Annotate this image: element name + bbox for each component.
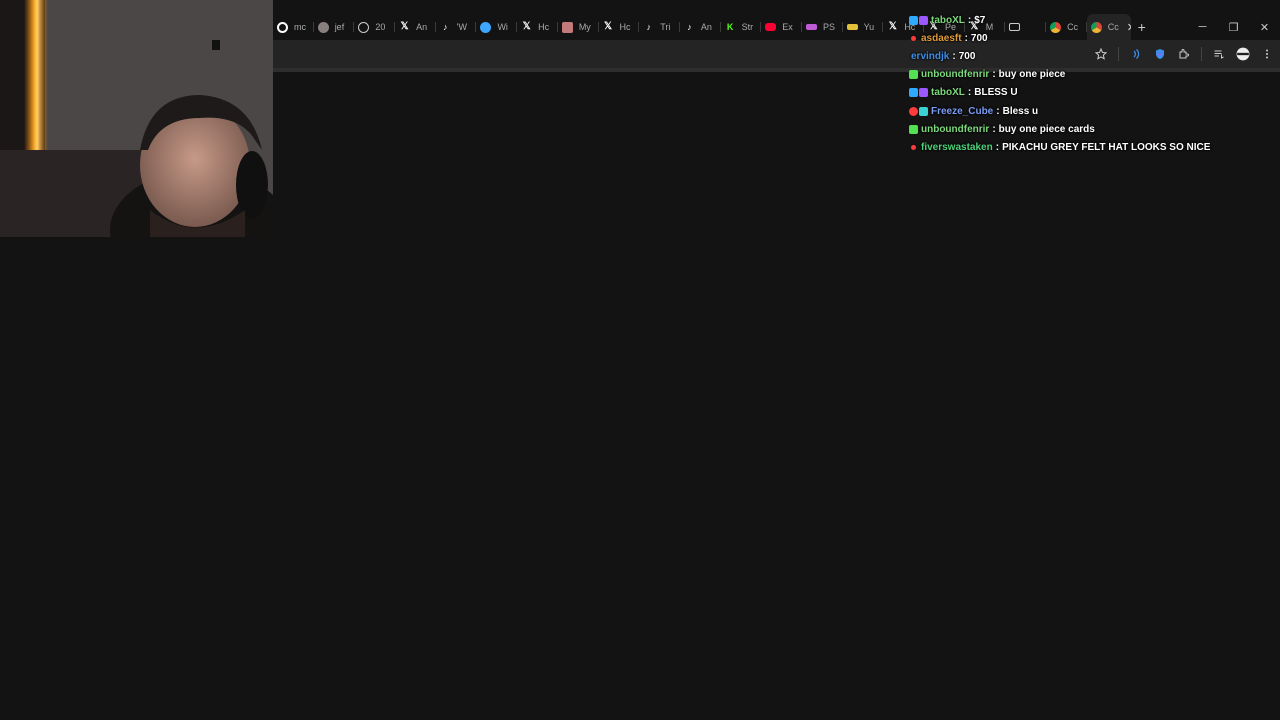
chat-badge-icon <box>909 106 918 116</box>
browser-tab[interactable]: 20 <box>354 14 395 40</box>
kick-icon: K <box>726 21 734 32</box>
x-icon: 𝕏 <box>888 21 897 32</box>
stream-chat-overlay: taboXL: $7 asdaesft:700 ervindjk:700 unbound… <box>909 11 1269 157</box>
browser-tab[interactable]: mc <box>273 14 314 40</box>
chat-message: ervindjk:700 <box>909 47 1269 65</box>
chat-separator: : <box>992 69 996 81</box>
chat-badge-icon <box>909 124 918 134</box>
chat-message-text: 700 <box>970 32 988 44</box>
chat-username[interactable]: taboXL <box>931 15 965 26</box>
chat-message: taboXL: BLESS U <box>909 84 1269 102</box>
browser-tab[interactable]: PS <box>802 14 843 40</box>
chat-message: asdaesft:700 <box>909 29 1269 47</box>
tab-label: An <box>416 22 428 32</box>
x-icon: 𝕏 <box>400 21 409 32</box>
chat-separator: : <box>967 87 972 99</box>
threads-icon <box>358 21 370 33</box>
chat-message-text: BLESS U <box>974 87 1018 99</box>
webcam-image <box>0 0 273 237</box>
chat-badges <box>909 70 918 80</box>
tiktok-icon: ♪ <box>443 21 448 32</box>
chat-username[interactable]: taboXL <box>931 87 965 98</box>
webcam-feed <box>0 0 273 237</box>
web-icon <box>480 21 492 33</box>
avatar-icon <box>317 21 329 33</box>
chat-badges <box>909 124 918 134</box>
tab-label: Hc <box>619 22 631 32</box>
chat-badges <box>909 106 928 116</box>
chat-message: taboXL: $7 <box>909 11 1269 29</box>
chat-message: fiverswastaken: PIKACHU GREY FELT HAT LOO… <box>909 138 1269 156</box>
chat-separator: : <box>996 105 1000 117</box>
tab-label: 'W <box>456 22 467 32</box>
chat-separator: : <box>952 50 956 62</box>
chat-badge-icon <box>909 88 918 98</box>
tab-label: jef <box>334 22 345 32</box>
tab-label: Tri <box>660 22 671 32</box>
browser-tab[interactable]: ♪ 'W <box>436 14 477 40</box>
chat-message-text: $7 <box>974 14 986 26</box>
chat-separator: : <box>992 123 996 135</box>
flag-icon <box>805 24 817 30</box>
chat-message-text: 700 <box>958 50 976 62</box>
browser-tab[interactable]: jef <box>314 14 355 40</box>
chat-username[interactable]: unboundfenrir <box>921 124 989 135</box>
browser-tab[interactable]: My <box>558 14 599 40</box>
chat-badge-icon <box>919 106 928 116</box>
tab-label: 20 <box>375 22 386 32</box>
chat-badges <box>909 88 928 98</box>
tab-label: An <box>700 22 712 32</box>
tab-label: Str <box>741 22 754 32</box>
chat-message: unboundfenrir: buy one piece cards <box>909 120 1269 138</box>
browser-tab[interactable]: Wi <box>476 14 517 40</box>
browser-tab[interactable]: Yu <box>843 14 884 40</box>
chat-username[interactable]: Freeze_Cube <box>931 106 993 117</box>
browser-tab[interactable]: ♪ Tri <box>639 14 680 40</box>
browser-tab[interactable]: 𝕏 Hc <box>599 14 640 40</box>
chat-username[interactable]: fiverswastaken <box>921 142 993 153</box>
tab-label: Ex <box>782 22 793 32</box>
tiktok-icon: ♪ <box>646 21 651 32</box>
youtube-icon <box>765 23 777 31</box>
chat-badge-icon <box>919 88 928 98</box>
tab-label: Wi <box>497 22 508 32</box>
chat-badge-icon <box>919 15 928 25</box>
chat-message-text: buy one piece cards <box>998 123 1095 135</box>
x-icon: 𝕏 <box>522 21 531 32</box>
browser-tab[interactable]: Ex <box>761 14 802 40</box>
browser-tab[interactable]: 𝕏 An <box>395 14 436 40</box>
chat-separator: : <box>964 32 968 44</box>
chat-message-text: buy one piece <box>998 69 1066 81</box>
tab-label: Yu <box>863 22 875 32</box>
tab-label: My <box>578 22 591 32</box>
browser-tab[interactable]: 𝕏 Hc <box>517 14 558 40</box>
chat-message-text: Bless u <box>1002 105 1039 117</box>
chat-message: Freeze_Cube: Bless u <box>909 102 1269 120</box>
chat-badge-icon <box>911 144 916 150</box>
chat-message-text: PIKACHU GREY FELT HAT LOOKS SO NICE <box>1002 141 1211 153</box>
chat-username[interactable]: unboundfenrir <box>921 69 989 80</box>
browser-tab[interactable]: K Str <box>721 14 762 40</box>
tab-label: PS <box>822 22 835 32</box>
chat-badges <box>909 144 918 150</box>
x-icon: 𝕏 <box>603 21 613 32</box>
tab-label: mc <box>294 22 306 32</box>
chat-message: unboundfenrir: buy one piece <box>909 66 1269 84</box>
chat-username[interactable]: ervindjk <box>911 51 949 62</box>
tiktok-icon: ♪ <box>687 21 692 32</box>
thumb-icon <box>561 21 573 33</box>
tab-label: Hc <box>538 22 550 32</box>
chat-badge-icon <box>911 35 916 41</box>
chat-badges <box>909 35 918 41</box>
chat-username[interactable]: asdaesft <box>921 33 962 44</box>
chat-separator: : <box>995 141 1000 153</box>
chat-badge-icon <box>909 70 918 80</box>
chat-separator: : <box>967 14 972 26</box>
chat-badges <box>909 15 928 25</box>
flag-icon <box>846 24 858 30</box>
chat-badge-icon <box>909 15 918 25</box>
google-icon <box>277 21 288 33</box>
browser-tab[interactable]: ♪ An <box>680 14 721 40</box>
